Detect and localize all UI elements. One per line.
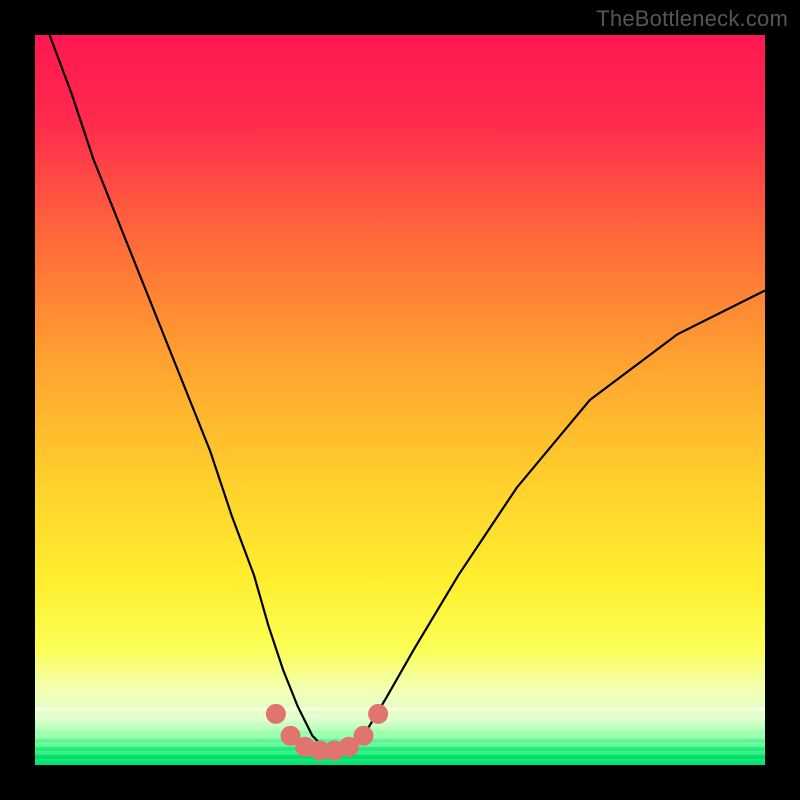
gradient-background (35, 35, 765, 765)
trough-marker-dot (354, 726, 374, 746)
plot-area (35, 35, 765, 765)
chart-frame: TheBottleneck.com (0, 0, 800, 800)
watermark-text: TheBottleneck.com (596, 6, 788, 32)
chart-svg (35, 35, 765, 765)
trough-marker-dot (266, 704, 286, 724)
trough-marker-dot (368, 704, 388, 724)
